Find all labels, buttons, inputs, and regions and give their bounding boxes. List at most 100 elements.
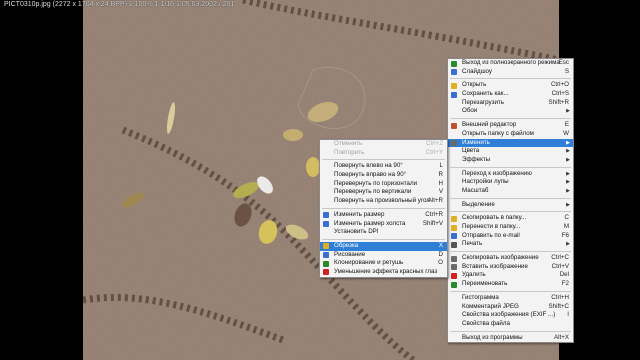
menu-item-label: Масштаб — [462, 186, 489, 194]
context-menu-item-5[interactable]: Перезагрузить Shift+R — [448, 99, 573, 108]
context-menu-item-0[interactable]: Выход из полноэкранного режима Esc — [448, 59, 573, 68]
context-menu-item-22[interactable]: Отправить по e-mail F6 — [448, 232, 573, 241]
context-menu-item-12[interactable]: Эффекты ▶ — [448, 156, 573, 165]
edit-submenu-item-14[interactable]: Рисование D — [320, 251, 447, 260]
edit-submenu-item-10[interactable]: Изменить размер холста Shift+V — [320, 220, 447, 229]
context-menu-item-8[interactable]: Внешний редактор E — [448, 121, 573, 130]
context-menu-item-28[interactable]: Переименовать F2 — [448, 280, 573, 289]
menu-item-label: Свойства файла — [462, 319, 510, 327]
edit-submenu-item-7[interactable]: Повернуть на произвольный угол Alt+R — [320, 197, 447, 206]
context-menu-item-32[interactable]: Свойства изображения (EXIF ...) I — [448, 311, 573, 320]
menu-item-shortcut: X — [438, 241, 443, 249]
context-menu-item-3[interactable]: Открыть Ctrl+O — [448, 81, 573, 90]
delete-icon — [451, 272, 457, 279]
edit-submenu: Отменить Ctrl+Z Повторить Ctrl+Y Повернуть в… — [319, 139, 448, 278]
resize-icon — [323, 212, 329, 219]
menu-item-shortcut: O — [438, 259, 443, 267]
menu-item-label: Выход из программы — [462, 333, 523, 341]
menu-item-label: Переход к изображению — [462, 169, 532, 177]
clone-icon — [323, 260, 329, 267]
context-menu-item-6[interactable]: Обои ▶ — [448, 107, 573, 116]
context-menu: Выход из полноэкранного режима Esc Слайдшо… — [447, 58, 574, 344]
edit-submenu-item-1: Повторить Ctrl+Y — [320, 149, 447, 158]
edit-submenu-item-13[interactable]: Обрезка X — [320, 241, 447, 251]
menu-item-shortcut: M — [563, 223, 569, 230]
submenu-arrow-icon: ▶ — [566, 241, 570, 248]
menu-item-label: Выделение — [462, 200, 495, 208]
context-menu-item-9[interactable]: Открыть папку с файлом W — [448, 130, 573, 139]
context-menu-item-25[interactable]: Скопировать изображение Ctrl+C — [448, 254, 573, 263]
edit-submenu-item-9[interactable]: Изменить размер Ctrl+R — [320, 211, 447, 220]
menu-item-label: Рисование — [334, 250, 366, 258]
context-menu-item-18[interactable]: Выделение ▶ — [448, 201, 573, 210]
context-menu-item-14[interactable]: Переход к изображению ▶ — [448, 170, 573, 179]
menu-item-label: Перенести в папку... — [462, 223, 521, 230]
menu-separator — [450, 197, 571, 199]
menu-item-label: Отправить по e-mail — [462, 231, 520, 239]
menu-item-shortcut: Ctrl+C — [551, 254, 569, 262]
context-menu-item-16[interactable]: Масштаб ▶ — [448, 187, 573, 196]
edit-submenu-item-11[interactable]: Установить DPI — [320, 228, 447, 237]
menu-item-label: Комментарий JPEG — [462, 302, 519, 310]
context-menu-item-20[interactable]: Скопировать в папку... C — [448, 214, 573, 223]
menu-item-label: Удалить — [462, 271, 486, 279]
slideshow-icon — [451, 69, 457, 76]
menu-item-shortcut: Ctrl+Z — [425, 140, 443, 147]
menu-item-label: Повернуть вправо на 90° — [334, 171, 407, 179]
red-eye-icon — [323, 269, 329, 276]
context-menu-item-27[interactable]: Удалить Del — [448, 271, 573, 280]
edit-submenu-item-15[interactable]: Клонирование и ретушь O — [320, 259, 447, 268]
menu-separator — [322, 238, 445, 240]
menu-item-shortcut: E — [564, 121, 569, 129]
menu-item-shortcut: I — [567, 311, 569, 319]
paste-image-icon — [451, 264, 457, 271]
paint-icon — [323, 252, 329, 259]
context-menu-item-30[interactable]: Гистограмма Ctrl+H — [448, 294, 573, 303]
menu-item-label: Выход из полноэкранного режима — [462, 59, 560, 66]
menu-item-shortcut: Del — [559, 271, 569, 279]
edit-submenu-item-16[interactable]: Уменьшение эффекта красных глаз — [320, 268, 447, 277]
menu-item-label: Вставить изображение — [462, 262, 528, 270]
edit-submenu-item-4[interactable]: Повернуть вправо на 90° R — [320, 171, 447, 180]
context-menu-item-21[interactable]: Перенести в папку... M — [448, 223, 573, 232]
edit-submenu-item-3[interactable]: Повернуть влево на 90° L — [320, 162, 447, 171]
menu-item-label: Внешний редактор — [462, 121, 517, 129]
context-menu-item-11[interactable]: Цвета ▶ — [448, 147, 573, 156]
context-menu-item-31[interactable]: Комментарий JPEG Shift+C — [448, 303, 573, 312]
context-menu-item-1[interactable]: Слайдшоу S — [448, 68, 573, 77]
context-menu-item-15[interactable]: Настройки лупы ▶ — [448, 178, 573, 187]
menu-item-shortcut: Esc — [558, 59, 569, 66]
menu-item-label: Слайдшоу — [462, 67, 493, 75]
submenu-arrow-icon: ▶ — [566, 187, 570, 194]
context-menu-item-33[interactable]: Свойства файла — [448, 320, 573, 329]
copy-folder-icon — [451, 215, 457, 222]
menu-item-label: Перевернуть по горизонтали — [334, 179, 418, 187]
menu-item-label: Уменьшение эффекта красных глаз — [334, 267, 438, 275]
menu-separator — [450, 118, 571, 120]
menu-item-shortcut: F2 — [561, 280, 569, 288]
menu-item-shortcut: Ctrl+R — [425, 210, 443, 218]
submenu-arrow-icon: ▶ — [566, 139, 570, 146]
crop-icon — [323, 243, 329, 250]
fullscreen-viewer: PICT0310p.jpg (2272 x 1704 x 24 BPP) 1 1… — [0, 0, 640, 360]
edit-submenu-item-5[interactable]: Перевернуть по горизонтали H — [320, 180, 447, 189]
context-menu-item-10[interactable]: Изменить ▶ — [448, 138, 573, 148]
menu-item-shortcut: Alt+X — [554, 333, 569, 341]
menu-item-label: Обои — [462, 107, 478, 115]
menu-item-shortcut: D — [438, 250, 443, 258]
context-menu-item-26[interactable]: Вставить изображение Ctrl+V — [448, 263, 573, 272]
context-menu-item-35[interactable]: Выход из программы Alt+X — [448, 334, 573, 343]
context-menu-item-23[interactable]: Печать ▶ — [448, 240, 573, 249]
menu-item-shortcut: R — [438, 171, 443, 179]
submenu-arrow-icon: ▶ — [566, 201, 570, 208]
email-icon — [451, 233, 457, 240]
menu-item-shortcut: Shift+V — [422, 219, 443, 227]
menu-item-shortcut: Ctrl+V — [551, 262, 569, 270]
menu-item-shortcut: Ctrl+S — [551, 90, 569, 98]
edit-submenu-item-6[interactable]: Перевернуть по вертикали V — [320, 188, 447, 197]
menu-item-label: Установить DPI — [334, 228, 379, 236]
menu-item-shortcut: Ctrl+O — [550, 81, 569, 89]
menu-item-label: Эффекты — [462, 155, 491, 163]
context-menu-item-4[interactable]: Сохранить как... Ctrl+S — [448, 90, 573, 99]
menu-item-shortcut: F6 — [561, 231, 569, 239]
